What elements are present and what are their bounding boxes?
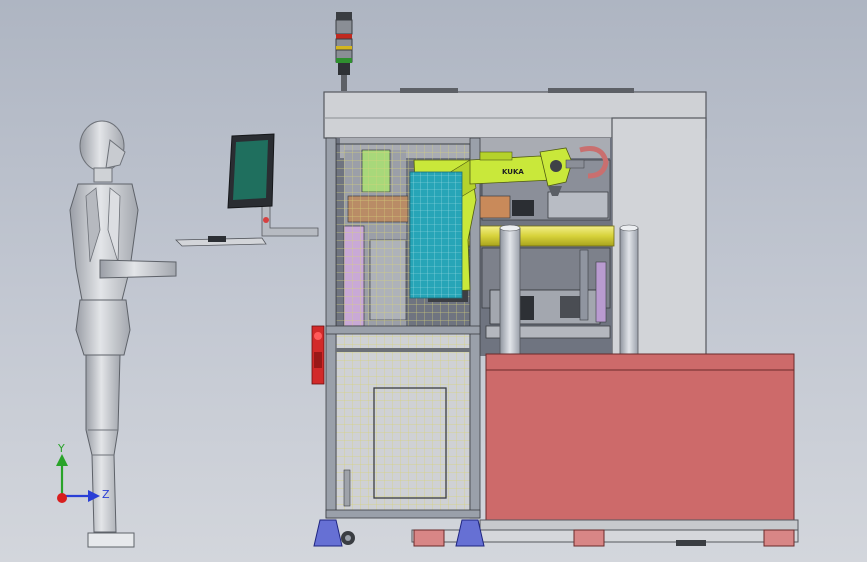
hmi-screen — [233, 140, 268, 200]
operator-panel — [175, 133, 319, 247]
y-axis-arrow — [56, 454, 68, 466]
cad-viewport[interactable]: KUKA Y Z — [0, 0, 867, 562]
z-axis-label: Z — [102, 488, 110, 501]
table-body — [485, 369, 795, 531]
cylinder-column-2 — [619, 227, 639, 357]
emergency-stop-box — [311, 325, 325, 385]
human-mannequin — [69, 120, 177, 548]
mannequin-torso — [69, 183, 139, 301]
mannequin-hips — [75, 299, 131, 356]
panel-arm — [261, 205, 319, 237]
table-foot-3 — [763, 529, 795, 547]
mannequin-neck — [93, 167, 113, 183]
mannequin-foot — [87, 532, 135, 548]
mannequin-arm — [99, 259, 177, 279]
signal-light-red — [335, 19, 353, 35]
y-axis-label: Y — [57, 442, 65, 455]
table-top — [485, 353, 795, 371]
signal-tower — [335, 12, 353, 91]
robot-brand-label: KUKA — [502, 168, 524, 176]
mannequin-leg — [85, 354, 121, 533]
teal-mesh-panel — [409, 171, 463, 299]
cylinder-column-1 — [499, 227, 521, 355]
axis-origin — [57, 493, 67, 503]
table-foot-2 — [573, 529, 605, 547]
table-foot-1 — [413, 529, 445, 547]
yellow-guide-rail — [467, 225, 615, 247]
